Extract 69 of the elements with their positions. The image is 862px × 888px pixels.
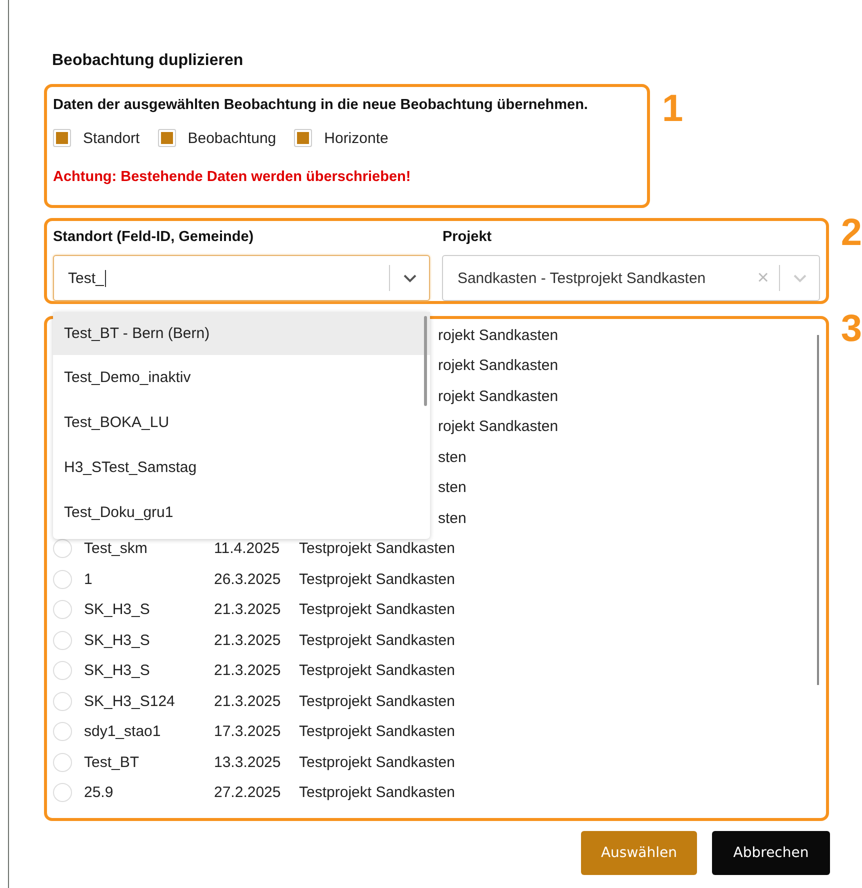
project-cell: sten (438, 448, 466, 466)
date-cell-text: 21.3.2025 (214, 632, 282, 649)
name-cell-text: SK_H3_S (84, 662, 151, 680)
scrollbar[interactable] (816, 335, 819, 685)
project-cell-text: Testprojekt Sandkasten (299, 754, 456, 771)
radio-button[interactable] (53, 570, 72, 589)
location-select[interactable]: Test_ (53, 255, 430, 301)
dropdown-option[interactable]: H3_STest_Samstag (53, 445, 430, 490)
project-cell-text: Testprojekt Sandkasten (299, 632, 456, 649)
name-cell-text: SK_H3_S (84, 601, 151, 618)
scrollbar[interactable] (424, 316, 428, 406)
radio-button[interactable] (53, 783, 72, 802)
checkbox-label: Horizonte (324, 130, 388, 146)
name-cell-text: SK_H3_S (84, 632, 151, 649)
project-cell: rojekt Sandkasten (438, 418, 558, 436)
name-cell-text: 1 (84, 570, 94, 588)
dropdown-option[interactable]: Test_BOKA_LU (53, 400, 430, 445)
chevron-down-icon (403, 274, 418, 282)
radio-button[interactable] (53, 630, 72, 650)
name-cell-text: SK_H3_S124 (84, 692, 176, 710)
radio-button[interactable] (53, 600, 72, 620)
name-cell-text: Test_skm (84, 540, 148, 558)
dropdown-option[interactable]: Test_BT - Bern (Bern) (53, 312, 430, 355)
name-cell-text: Test_BT (84, 754, 140, 771)
project-cell: rojekt Sandkasten (438, 357, 558, 374)
checkbox-label: Standort (83, 130, 140, 146)
checkbox[interactable] (158, 129, 176, 147)
project-cell-text: Testprojekt Sandkasten (299, 723, 456, 740)
dropdown-option[interactable]: Test_Demo_inaktiv (53, 355, 430, 400)
project-cell-text: Testprojekt Sandkasten (299, 784, 456, 802)
dialog-button[interactable]: Abbrechen (712, 831, 830, 875)
dropdown-option[interactable]: Test_Doku_gru1 (53, 490, 430, 535)
date-cell-text: 21.3.2025 (214, 601, 282, 618)
radio-button[interactable] (53, 752, 72, 772)
radio-button[interactable] (53, 722, 72, 742)
warning-text: Achtung: Bestehende Daten werden überschrieben! (53, 169, 412, 185)
name-cell-text: 25.9 (84, 784, 114, 802)
section-number: 1 (662, 90, 684, 128)
dialog-title: Beobachtung duplizieren (52, 52, 244, 70)
date-cell-text: 11.4.2025 (214, 540, 281, 558)
radio-button[interactable] (53, 539, 72, 558)
project-cell-text: Testprojekt Sandkasten (299, 540, 456, 558)
date-cell-text: 27.2.2025 (214, 784, 282, 802)
project-cell: rojekt Sandkasten (438, 326, 558, 344)
chevron-down-icon (792, 274, 807, 282)
checkbox-label: Beobachtung (188, 130, 276, 146)
project-select[interactable]: Sandkasten - Testprojekt Sandkasten × (442, 255, 820, 301)
date-cell-text: 21.3.2025 (214, 662, 282, 680)
project-cell-text: Testprojekt Sandkasten (299, 601, 456, 618)
date-cell-text: 13.3.2025 (214, 754, 282, 771)
section-number: 2 (840, 214, 862, 252)
radio-button[interactable] (53, 692, 72, 711)
checkbox[interactable] (294, 129, 312, 147)
project-cell-text: Testprojekt Sandkasten (299, 662, 456, 680)
project-cell-text: Testprojekt Sandkasten (299, 692, 456, 710)
project-cell-text: Testprojekt Sandkasten (299, 570, 456, 588)
date-cell-text: 26.3.2025 (214, 570, 282, 588)
section-number: 3 (840, 310, 862, 348)
instruction-text: Daten der ausgewählten Beobachtung in die neue Beobachtung übernehmen. (53, 97, 589, 113)
project-cell: rojekt Sandkasten (438, 388, 558, 405)
project-cell: sten (438, 510, 466, 527)
field-label: Projekt (442, 229, 493, 245)
project-cell: sten (438, 479, 466, 496)
date-cell-text: 17.3.2025 (214, 723, 282, 740)
radio-button[interactable] (53, 661, 72, 680)
checkbox[interactable] (53, 129, 71, 147)
name-cell-text: sdy1_stao1 (84, 723, 162, 740)
date-cell-text: 21.3.2025 (214, 692, 282, 710)
field-label: Standort (Feld-ID, Gemeinde) (53, 229, 255, 245)
